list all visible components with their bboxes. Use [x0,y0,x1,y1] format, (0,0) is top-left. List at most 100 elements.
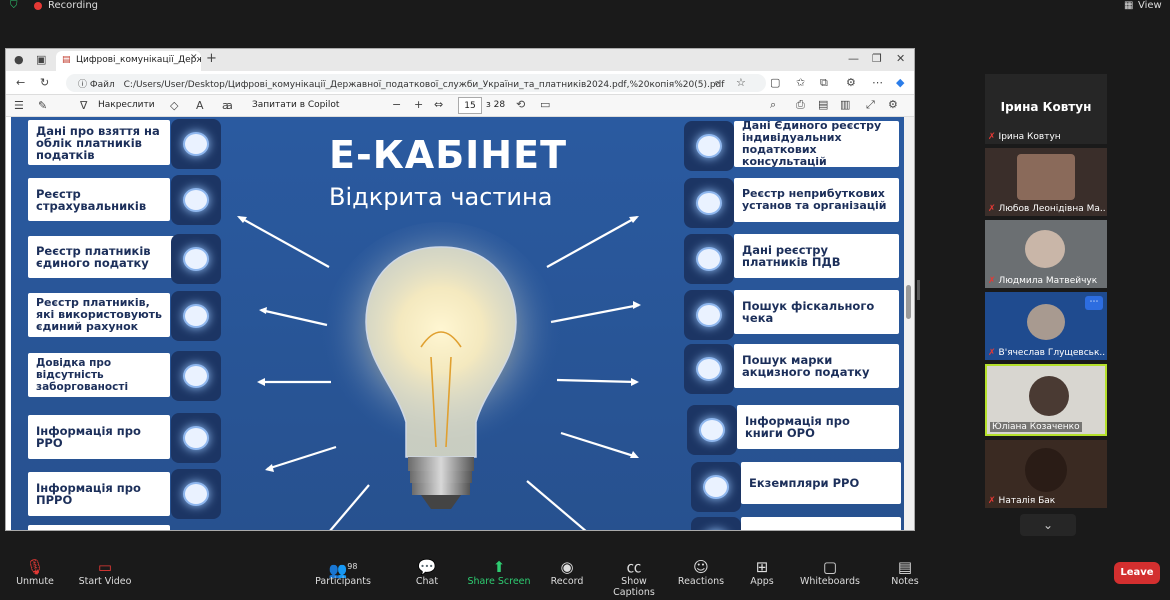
rotate-icon[interactable]: ⟲ [516,98,525,111]
new-tab-icon[interactable]: + [206,51,217,66]
collections-icon[interactable]: ⧉ [820,76,828,90]
close-tab-icon[interactable]: ✕ [190,53,198,63]
recording-dot-icon [34,2,42,10]
address-bar: ← ↻ ⓘ Файл C:/Users/User/Desktop/Цифрові… [6,71,914,95]
reactions-button[interactable]: ☺ Reactions [666,558,736,587]
highlight-icon[interactable]: ✎ [38,99,47,112]
participant-tile-4[interactable]: ⋯ ✗ В'ячеслав Глущевськ... [985,292,1107,360]
globe-icon [691,462,741,512]
minimize-icon[interactable]: — [848,52,859,65]
reload-icon[interactable]: ↻ [40,76,49,89]
participant-video [1017,154,1075,200]
right-card-partial [741,517,901,530]
right-card-4: Пошук фіскального чека [734,290,899,334]
globe-icon [687,405,737,455]
restore-icon[interactable]: ❐ [872,52,882,65]
leave-button[interactable]: Leave [1114,562,1160,584]
favorites-icon[interactable]: ✩ [796,76,805,89]
favorite-icon[interactable]: ☆ [736,76,746,89]
lightbulb-graphic [321,222,561,509]
participant-name: ✗ Любов Леонідівна Ма... [988,204,1106,214]
save-as-icon[interactable]: ▥ [840,98,850,111]
split-screen-icon[interactable]: ▢ [770,76,780,89]
settings-icon[interactable]: ⚙ [888,98,898,111]
tab-pdf[interactable]: ▤ Цифрові_комунікації_Державної [56,51,201,71]
right-card-5: Пошук марки акцизного податку [734,344,899,388]
fit-page-icon[interactable]: ⇔ [434,98,443,111]
participant-tile-1[interactable]: Ірина Ковтун ✗ Ірина Ковтун [985,74,1107,144]
start-video-button[interactable]: ▭ Start Video [70,558,140,587]
view-button[interactable]: View [1138,0,1162,11]
right-card-6: Інформація про книги ОРО [737,405,899,449]
whiteboard-icon: ▢ [822,558,838,576]
draw-icon[interactable]: ∇ [80,99,87,112]
pdf-slide: Е-КАБІНЕТ Відкрита частина Дані про взят… [11,117,904,530]
left-card-5: Довідка про відсутність заборгованості [28,353,170,397]
copilot-button[interactable]: Запитати в Copilot [252,100,339,110]
url-prefix: Файл [89,80,115,90]
record-button[interactable]: ◉ Record [532,558,602,587]
fullscreen-icon[interactable]: ⤢ [866,98,875,112]
globe-icon [171,119,221,169]
participant-tile-3[interactable]: ✗ Людмила Матвейчук [985,220,1107,288]
left-card-partial [28,525,170,530]
show-captions-button[interactable]: ㏄ Show Captions [599,558,669,598]
unmute-button[interactable]: 🎙 Unmute [0,558,70,587]
draw-button[interactable]: Накреслити [98,100,155,110]
notes-button[interactable]: ▤ Notes [870,558,940,587]
scroll-thumb[interactable] [906,285,911,319]
more-icon[interactable]: ⋯ [872,76,883,89]
share-screen-button[interactable]: ⬆ Share Screen [464,558,534,587]
left-card-1: Дані про взяття на облік платників подат… [28,120,170,165]
left-card-2: Реєстр страхувальників [28,178,170,221]
eraser-icon[interactable]: ◇ [170,99,178,112]
profile-icon[interactable]: ● [14,53,24,66]
apps-icon: ⊞ [755,558,769,576]
read-aloud-icon[interactable]: ꜳ [222,99,233,112]
extensions-icon[interactable]: ⚙ [846,76,856,89]
participant-name: ✗ В'ячеслав Глущевськ... [988,348,1106,358]
apps-button[interactable]: ⊞ Apps [727,558,797,587]
search-icon[interactable]: ⌕ [770,98,776,112]
participant-video [1029,376,1069,416]
text-icon[interactable]: A [196,99,204,112]
save-icon[interactable]: ▤ [818,98,828,111]
globe-icon [684,344,734,394]
pdf-icon: ▤ [62,55,71,65]
participant-video [1025,448,1067,492]
chevron-down-icon[interactable]: ⌄ [1020,514,1076,536]
more-options-icon[interactable]: ⋯ [1085,296,1103,310]
globe-icon [171,351,221,401]
view-icon[interactable]: ▦ [1124,0,1133,11]
participant-tile-5[interactable]: Юліана Козаченко [985,364,1107,436]
close-window-icon[interactable]: ✕ [896,52,905,65]
zoom-icon[interactable]: ⌕ [714,76,720,90]
whiteboards-button[interactable]: ▢ Whiteboards [795,558,865,587]
participant-tile-2[interactable]: ✗ Любов Леонідівна Ма... [985,148,1107,216]
right-card-1: Дані Єдиного реєстру індивідуальних пода… [734,120,899,168]
participants-button[interactable]: 👥98 Participants [308,558,378,587]
tab-actions-icon[interactable]: ▣ [36,53,46,66]
zoom-in-icon[interactable]: + [414,98,423,111]
zoom-out-icon[interactable]: − [392,98,401,111]
participant-tile-6[interactable]: ✗ Наталія Бак [985,440,1107,508]
copilot-icon[interactable]: ◆ [896,76,904,89]
page-number-input[interactable]: 15 [458,97,482,114]
contents-icon[interactable]: ☰ [14,99,24,112]
globe-icon [171,175,221,225]
page-view-icon[interactable]: ▭ [540,98,550,111]
info-icon: ⓘ [78,80,90,90]
globe-icon [684,234,734,284]
left-card-4: Реєстр платників, які використовують єди… [28,293,170,337]
chat-button[interactable]: 💬 Chat [392,558,462,587]
pdf-scrollbar[interactable] [904,117,914,530]
left-card-7: Інформація про ПРРО [28,472,170,516]
url-field[interactable]: ⓘ Файл C:/Users/User/Desktop/Цифрові_ком… [66,74,766,92]
url-text: C:/Users/User/Desktop/Цифрові_комунікаці… [123,80,725,90]
globe-icon [684,290,734,340]
globe-icon [691,517,741,530]
panel-divider-handle[interactable] [917,280,920,300]
globe-icon [171,469,221,519]
back-icon[interactable]: ← [16,76,25,89]
print-icon[interactable]: ⎙ [796,98,805,112]
